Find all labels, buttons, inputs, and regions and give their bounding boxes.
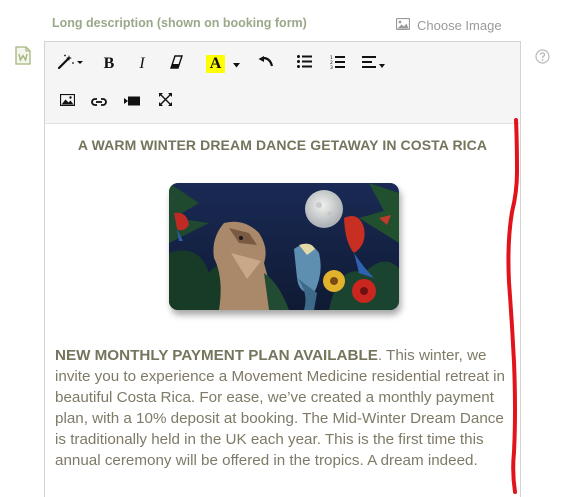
description-field: Long description (shown on booking form)…	[0, 0, 561, 497]
insert-picture-button[interactable]	[57, 89, 77, 115]
numbered-list-icon: 1 2 3	[330, 55, 345, 74]
content-heading: A WARM WINTER DREAM DANCE GETAWAY IN COS…	[77, 137, 488, 153]
fullscreen-icon	[158, 93, 172, 111]
magic-wand-button[interactable]	[57, 51, 85, 77]
word-document-icon	[15, 46, 31, 70]
hero-image[interactable]	[169, 183, 399, 310]
picture-icon	[59, 93, 75, 111]
help-icon[interactable]	[535, 49, 550, 69]
magic-wand-icon	[57, 54, 85, 75]
font-color-button[interactable]: A	[203, 51, 243, 77]
rich-text-editor[interactable]: B I A 1 2 3 A WARM WINTER DREAM DANCE GE…	[44, 41, 521, 497]
payment-plan-lead: NEW MONTHLY PAYMENT PLAN AVAILABLE	[55, 347, 378, 364]
image-icon	[395, 17, 411, 33]
field-label: Long description (shown on booking form)	[52, 16, 307, 30]
content-paragraph: NEW MONTHLY PAYMENT PLAN AVAILABLE. This…	[55, 345, 513, 471]
bulleted-list-button[interactable]	[293, 51, 315, 77]
choose-image-button[interactable]: Choose Image	[395, 17, 502, 33]
eraser-icon	[169, 54, 183, 74]
insert-video-button[interactable]	[122, 89, 142, 115]
italic-label: I	[139, 55, 145, 72]
video-icon	[124, 93, 140, 111]
align-left-icon	[361, 55, 376, 73]
bullet-list-icon	[296, 55, 312, 73]
link-icon	[91, 93, 107, 111]
fullscreen-button[interactable]	[155, 89, 175, 115]
jungle-illustration	[169, 183, 399, 310]
paragraph-body: . This winter, we invite you to experien…	[55, 347, 505, 469]
choose-image-label: Choose Image	[417, 18, 502, 33]
bold-button[interactable]: B	[99, 51, 119, 77]
undo-icon	[258, 55, 274, 73]
insert-link-button[interactable]	[89, 89, 109, 115]
font-color-label: A	[205, 55, 226, 73]
svg-text:3: 3	[330, 65, 333, 69]
clear-formatting-button[interactable]	[166, 51, 186, 77]
undo-button[interactable]	[255, 51, 277, 77]
bold-label: B	[103, 55, 115, 72]
chevron-down-icon	[233, 55, 241, 73]
paragraph-align-button[interactable]	[359, 51, 387, 77]
editor-toolbar: B I A 1 2 3	[45, 42, 520, 124]
chevron-down-icon	[378, 55, 385, 73]
numbered-list-button[interactable]: 1 2 3	[326, 51, 348, 77]
italic-button[interactable]: I	[132, 51, 152, 77]
